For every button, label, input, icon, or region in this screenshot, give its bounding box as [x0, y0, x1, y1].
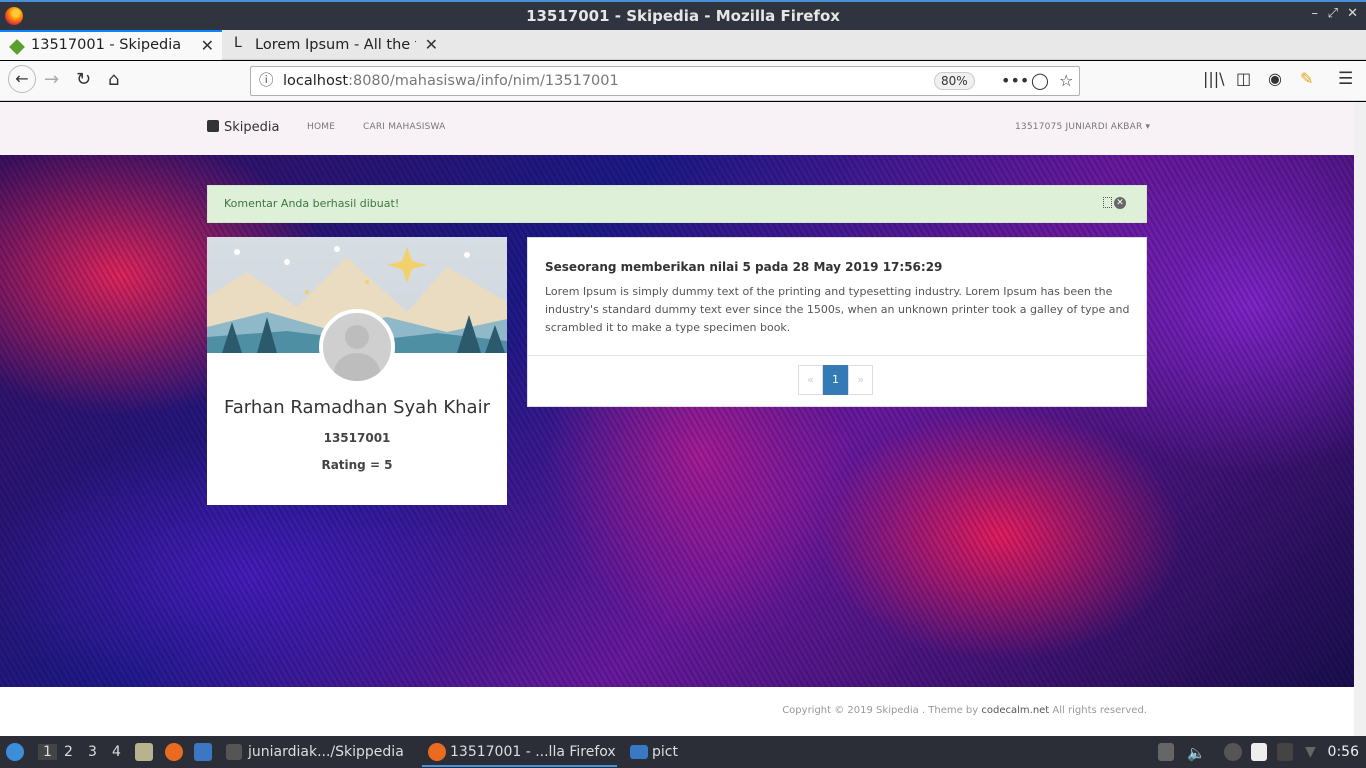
- scrollbar[interactable]: [1354, 102, 1366, 736]
- avatar-body: [334, 353, 380, 381]
- maximize-icon[interactable]: ⤢: [1328, 6, 1338, 21]
- site-footer: Copyright © 2019 Skipedia . Theme by cod…: [0, 687, 1354, 736]
- app-menu-icon[interactable]: [6, 743, 24, 761]
- pocket-icon[interactable]: ◯: [1031, 67, 1049, 95]
- review-title: Seseorang memberikan nilai 5 pada 28 May…: [545, 260, 943, 274]
- pagination-page-1[interactable]: 1: [823, 365, 848, 395]
- site-brand[interactable]: Skipedia: [207, 120, 279, 135]
- bookmark-star-icon[interactable]: ☆: [1059, 67, 1073, 95]
- avatar-head: [345, 325, 369, 349]
- close-window-icon[interactable]: ✕: [1347, 6, 1358, 21]
- workspace-1[interactable]: 1: [38, 744, 57, 760]
- reload-button[interactable]: ↻: [76, 69, 91, 90]
- close-tab-icon[interactable]: ✕: [201, 32, 214, 59]
- minimize-icon[interactable]: –: [1312, 6, 1319, 21]
- qr-icon[interactable]: [1103, 197, 1112, 208]
- workspace-2[interactable]: 2: [64, 744, 73, 760]
- zoom-indicator[interactable]: 80%: [934, 72, 975, 90]
- menu-icon[interactable]: ☰: [1338, 69, 1353, 89]
- firefox-icon: [428, 743, 446, 761]
- footer-text: Copyright © 2019 Skipedia . Theme by cod…: [782, 705, 1147, 716]
- tray-notes-icon[interactable]: [1251, 743, 1267, 761]
- close-tab-icon[interactable]: ✕: [425, 30, 438, 60]
- folder-icon: [630, 745, 648, 759]
- account-icon[interactable]: ◉: [1268, 69, 1282, 88]
- home-button[interactable]: ⌂: [108, 69, 119, 90]
- pagination-next[interactable]: »: [848, 365, 873, 395]
- tray-battery-icon[interactable]: [1277, 743, 1293, 761]
- profile-name: Farhan Ramadhan Syah Khair: [224, 397, 490, 418]
- taskbar-terminal-window[interactable]: juniardiak.../Skippedia: [248, 744, 404, 760]
- review-body: Lorem Ipsum is simply dummy text of the …: [545, 285, 1130, 334]
- file-manager-launcher-icon[interactable]: [135, 743, 153, 761]
- firefox-launcher-icon[interactable]: [165, 743, 183, 761]
- desktop-launcher-icon[interactable]: [194, 743, 212, 761]
- cube-favicon-icon: [9, 39, 25, 55]
- extension-icon[interactable]: ✎: [1300, 69, 1313, 88]
- close-alert-icon[interactable]: ✕: [1114, 197, 1126, 209]
- window-titlebar: 13517001 - Skipedia - Mozilla Firefox – …: [0, 0, 1366, 30]
- forward-button[interactable]: →: [44, 69, 59, 90]
- pagination-prev[interactable]: «: [798, 365, 823, 395]
- nav-home-link[interactable]: HOME: [307, 122, 335, 132]
- background-artwork: [0, 155, 1354, 687]
- success-alert: Komentar Anda berhasil dibuat! ✕: [207, 185, 1147, 223]
- workspace-4[interactable]: 4: [112, 744, 121, 760]
- navigation-toolbar: ← → ↻ ⌂ ⓘ localhost:8080/mahasiswa/info/…: [0, 61, 1366, 101]
- cube-logo-icon: [207, 120, 219, 132]
- profile-card: Farhan Ramadhan Syah Khair 13517001 Rati…: [207, 237, 507, 505]
- caret-down-icon: ▾: [1145, 122, 1151, 132]
- divider: [528, 355, 1146, 356]
- footer-link[interactable]: codecalm.net: [981, 705, 1049, 716]
- info-icon[interactable]: ⓘ: [259, 67, 274, 95]
- web-content: Skipedia HOME CARI MAHASISWA 13517075 JU…: [0, 102, 1354, 736]
- pagination: « 1 »: [798, 365, 873, 395]
- tab-skipedia[interactable]: 13517001 - Skipedia ✕: [0, 30, 222, 60]
- tray-disk-icon[interactable]: [1224, 743, 1242, 761]
- tab-label: Lorem Ipsum - All the facts - Lipsum gen…: [255, 37, 416, 53]
- profile-rating: Rating = 5: [321, 458, 393, 472]
- tab-strip: 13517001 - Skipedia ✕ L Lorem Ipsum - Al…: [0, 30, 1366, 85]
- back-button[interactable]: ←: [8, 65, 36, 93]
- tab-lorem-ipsum[interactable]: L Lorem Ipsum - All the facts - Lipsum g…: [224, 30, 446, 60]
- lipsum-favicon-icon: L: [234, 35, 242, 51]
- site-navbar: Skipedia HOME CARI MAHASISWA 13517075 JU…: [0, 102, 1354, 155]
- network-icon[interactable]: ▼: [1305, 744, 1316, 760]
- tab-label: 13517001 - Skipedia: [31, 37, 182, 53]
- profile-nim: 13517001: [323, 431, 391, 445]
- clipboard-tray-icon[interactable]: [1158, 743, 1174, 761]
- workspace-3[interactable]: 3: [88, 744, 97, 760]
- user-menu[interactable]: 13517075 JUNIARDI AKBAR ▾: [1015, 122, 1150, 132]
- taskbar-firefox-window[interactable]: 13517001 - ...lla Firefox: [422, 743, 617, 767]
- volume-icon[interactable]: 🔈: [1187, 744, 1206, 762]
- url-bar[interactable]: ⓘ localhost:8080/mahasiswa/info/nim/1351…: [250, 66, 1080, 96]
- alert-text: Komentar Anda berhasil dibuat!: [224, 197, 400, 210]
- nav-cari-mahasiswa-link[interactable]: CARI MAHASISWA: [363, 122, 446, 132]
- taskbar: 1 2 3 4 juniardiak.../Skippedia 13517001…: [0, 736, 1366, 768]
- terminal-icon: [226, 744, 242, 760]
- clock[interactable]: 0:56: [1328, 744, 1359, 760]
- review-panel: Seseorang memberikan nilai 5 pada 28 May…: [527, 237, 1147, 407]
- window-title: 13517001 - Skipedia - Mozilla Firefox: [526, 7, 840, 25]
- page-actions-icon[interactable]: •••: [1001, 67, 1029, 95]
- taskbar-folder-window[interactable]: pict: [652, 744, 678, 760]
- url-text[interactable]: localhost:8080/mahasiswa/info/nim/135170…: [283, 67, 619, 95]
- sidebar-icon[interactable]: ◫: [1236, 69, 1251, 88]
- library-icon[interactable]: |||\: [1203, 69, 1225, 88]
- avatar: [319, 309, 395, 385]
